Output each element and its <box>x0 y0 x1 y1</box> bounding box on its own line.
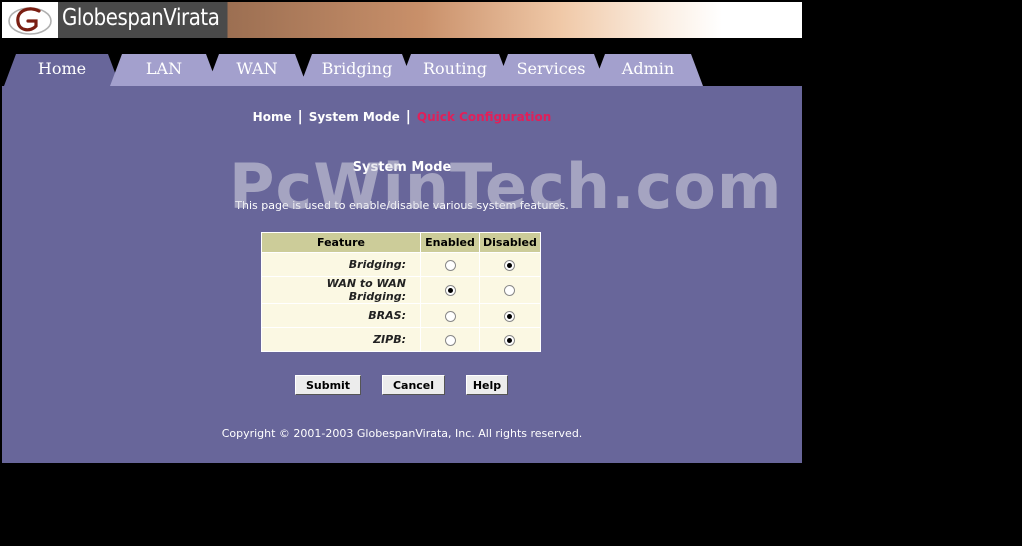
feature-row-bridging: Bridging: <box>261 252 541 277</box>
disabled-column-header: Disabled <box>479 232 541 253</box>
cancel-button[interactable]: Cancel <box>382 375 445 395</box>
breadcrumb-separator: | <box>297 109 303 125</box>
main-nav-tabs: Home LAN WAN Bridging Routing Services A… <box>0 38 802 86</box>
feature-row-zipb: ZIPB: <box>261 327 541 352</box>
tab-services[interactable]: Services <box>496 54 606 86</box>
router-admin-frame: GlobespanVirata Home LAN WAN Bridging Ro… <box>0 0 802 463</box>
table-header-row: Feature Enabled Disabled <box>261 232 541 253</box>
brand-name: GlobespanVirata <box>62 5 220 31</box>
bras-enabled-radio[interactable] <box>444 310 456 322</box>
feature-label: Bridging: <box>261 252 421 277</box>
page-description: This page is used to enable/disable vari… <box>235 199 569 212</box>
help-button[interactable]: Help <box>466 375 508 395</box>
breadcrumb-separator: | <box>405 109 411 125</box>
bridging-enabled-radio[interactable] <box>444 259 456 271</box>
breadcrumb-system-mode-link[interactable]: System Mode <box>309 110 400 124</box>
tab-wan[interactable]: WAN <box>207 54 307 86</box>
zipb-disabled-radio[interactable] <box>504 334 516 346</box>
enabled-column-header: Enabled <box>420 232 480 253</box>
feature-label: BRAS: <box>261 303 421 328</box>
zipb-enabled-radio[interactable] <box>444 334 456 346</box>
breadcrumb: Home | System Mode | Quick Configuration <box>2 109 802 125</box>
copyright-notice: Copyright © 2001-2003 GlobespanVirata, I… <box>221 427 583 440</box>
tab-lan[interactable]: LAN <box>110 54 218 86</box>
page-title: System Mode <box>352 160 452 175</box>
feature-label: ZIPB: <box>261 327 421 352</box>
tab-routing[interactable]: Routing <box>399 54 511 86</box>
feature-row-wan-to-wan-bridging: WAN to WAN Bridging: <box>261 276 541 304</box>
content-panel: Home | System Mode | Quick Configuration Sys… <box>2 86 802 463</box>
breadcrumb-home-link[interactable]: Home <box>253 110 292 124</box>
bras-disabled-radio[interactable] <box>504 310 516 322</box>
wan-to-wan-bridging-enabled-radio[interactable] <box>444 285 456 296</box>
tab-bridging[interactable]: Bridging <box>300 54 414 86</box>
feature-label: WAN to WAN Bridging: <box>261 276 421 304</box>
tab-home[interactable]: Home <box>4 54 120 86</box>
submit-button[interactable]: Submit <box>295 375 361 395</box>
header-banner: GlobespanVirata <box>2 2 802 38</box>
bridging-disabled-radio[interactable] <box>504 259 516 271</box>
feature-column-header: Feature <box>261 232 421 253</box>
globespanvirata-logo-icon <box>2 2 58 38</box>
form-actions: Submit Cancel Help <box>2 375 802 397</box>
wan-to-wan-bridging-disabled-radio[interactable] <box>504 285 516 296</box>
breadcrumb-quick-configuration-link[interactable]: Quick Configuration <box>417 110 551 124</box>
system-features-table: Feature Enabled Disabled Bridging: WAN t… <box>261 232 541 352</box>
feature-row-bras: BRAS: <box>261 303 541 328</box>
tab-admin[interactable]: Admin <box>593 54 703 86</box>
